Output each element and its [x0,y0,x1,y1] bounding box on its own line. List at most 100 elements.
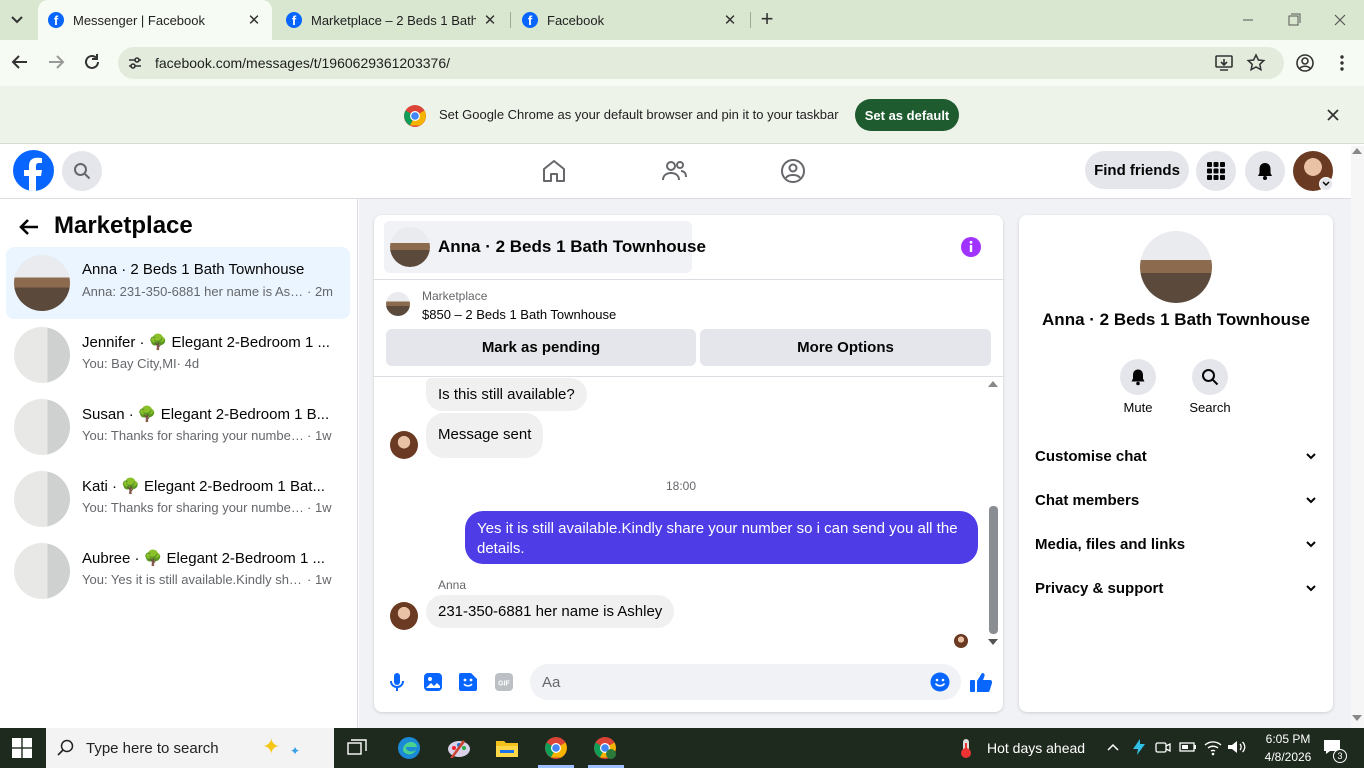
conversation-item[interactable]: Jennifer · 🌳 Elegant 2-Bedroom 1 ... You… [6,319,350,391]
conversation-time: · 4d [176,356,200,371]
tab-title: Facebook [547,12,605,28]
listing-title[interactable]: $850 – 2 Beds 1 Bath Townhouse [422,307,616,322]
search-in-conversation-button[interactable] [1192,359,1228,395]
conversation-name: Susan · 🌳 Elegant 2-Bedroom 1 B... [82,406,330,423]
close-tab-icon[interactable]: ✕ [246,11,262,29]
chat-info-button[interactable] [960,236,982,263]
gif-button[interactable]: GIF [494,672,514,697]
page-scroll-up-arrow[interactable] [1352,148,1362,154]
url-text[interactable]: facebook.com/messages/t/1960629361203376… [155,55,450,71]
nav-home[interactable] [540,157,568,190]
taskbar-search-placeholder: Type here to search [86,740,219,757]
chat-scroll-up-arrow[interactable] [988,381,998,387]
message-input-placeholder: Aa [542,674,561,691]
home-icon [543,160,565,182]
file-explorer-taskbar-button[interactable] [492,734,522,762]
clock-time[interactable]: 6:05 PM [1262,732,1314,746]
menu-button[interactable] [1196,151,1236,191]
volume-icon[interactable] [1226,738,1246,761]
chat-members-section[interactable]: Chat members [1035,488,1317,512]
browser-tab-facebook[interactable]: f Facebook ✕ [512,0,748,40]
listing-source: Marketplace [422,289,488,303]
forward-button[interactable] [46,52,66,77]
weather-icon[interactable] [955,737,977,764]
chat-header-title: Anna · 2 Beds 1 Bath Townhouse [438,237,706,256]
like-button[interactable] [969,670,993,699]
fb-search-button[interactable] [62,151,102,191]
paint-taskbar-button[interactable] [444,734,474,762]
privacy-support-section[interactable]: Privacy & support [1035,576,1317,600]
voice-clip-button[interactable] [387,672,407,697]
media-files-links-section[interactable]: Media, files and links [1035,532,1317,556]
search-icon [74,163,91,180]
find-friends-button[interactable]: Find friends [1085,151,1189,189]
chat-scroll-down-arrow[interactable] [988,639,998,645]
browser-tab-marketplace[interactable]: f Marketplace – 2 Beds 1 Bath To ✕ [276,0,508,40]
emoji-button[interactable] [930,672,950,697]
bookmark-star-button[interactable] [1246,53,1266,78]
page-scroll-down-arrow[interactable] [1352,715,1362,721]
gif-icon: GIF [495,673,513,691]
arrow-left-icon [19,219,38,235]
new-tab-button[interactable]: + [756,8,778,31]
close-window-button[interactable] [1330,10,1350,30]
browser-tab-messenger[interactable]: f Messenger | Facebook ✕ [38,0,272,40]
battery-icon[interactable] [1178,738,1198,761]
seen-indicator-avatar [954,634,968,648]
page-scrollbar-track[interactable] [1351,146,1364,728]
close-tab-icon[interactable]: ✕ [482,11,498,29]
install-app-button[interactable] [1214,53,1234,78]
nav-friends[interactable] [660,157,688,190]
task-view-button[interactable] [342,734,372,762]
reload-button[interactable] [82,52,102,77]
conversation-name: Anna · 2 Beds 1 Bath Townhouse [82,261,305,278]
notifications-button[interactable] [1245,151,1285,191]
chrome-profile-taskbar-button[interactable] [590,734,620,762]
edge-taskbar-button[interactable] [394,734,424,762]
section-label: Customise chat [1035,447,1147,465]
start-button[interactable] [12,738,32,763]
close-infobar-button[interactable] [1325,107,1341,128]
minimize-window-button[interactable] [1238,10,1258,30]
attach-photo-button[interactable] [423,672,443,697]
clock-date[interactable]: 4/8/2026 [1256,750,1320,764]
show-hidden-icons-button[interactable] [1106,740,1120,759]
windows-logo-icon [12,738,32,758]
more-options-button[interactable]: More Options [700,329,991,366]
chrome-taskbar-button[interactable] [541,734,571,762]
chevron-down-icon [1306,497,1316,504]
mute-button[interactable] [1120,359,1156,395]
mark-as-pending-button[interactable]: Mark as pending [386,329,696,366]
weather-text[interactable]: Hot days ahead [987,740,1085,756]
tray-meet-icon[interactable] [1154,738,1172,761]
profile-button[interactable] [1295,53,1315,78]
sender-avatar [390,602,418,630]
restore-window-button[interactable] [1284,10,1304,30]
conversation-snippet: Anna: 231-350-6881 her name is Ash... [82,284,307,299]
message-input[interactable] [530,664,961,700]
emoji-icon [930,672,950,692]
conversation-item[interactable]: Anna · 2 Beds 1 Bath Townhouse Anna: 231… [6,247,350,319]
tray-app-icon[interactable] [1130,738,1148,761]
wifi-icon[interactable] [1203,738,1223,761]
customise-chat-section[interactable]: Customise chat [1035,444,1317,468]
taskbar-search-icon [57,739,75,762]
back-arrow-button[interactable] [18,216,40,243]
conversation-item[interactable]: Aubree · 🌳 Elegant 2-Bedroom 1 ... You: … [6,535,350,607]
chrome-menu-button[interactable] [1332,53,1352,78]
conversation-item[interactable]: Susan · 🌳 Elegant 2-Bedroom 1 B... You: … [6,391,350,463]
conversation-item[interactable]: Kati · 🌳 Elegant 2-Bedroom 1 Bat... You:… [6,463,350,535]
tab-search-button[interactable] [6,10,28,30]
nav-groups[interactable] [779,157,807,190]
site-info-icon[interactable] [126,54,144,77]
back-button[interactable] [10,52,30,77]
message-bubble-incoming: 231-350-6881 her name is Ashley [426,595,675,628]
close-tab-icon[interactable]: ✕ [722,11,738,29]
account-chevron-down-icon[interactable] [1319,177,1333,191]
sticker-button[interactable] [458,672,478,697]
facebook-logo[interactable] [13,150,54,191]
set-as-default-button[interactable]: Set as default [855,99,959,131]
arrow-right-icon [49,55,65,69]
chat-scrollbar-thumb[interactable] [989,506,998,634]
profile-name: Anna · 2 Beds 1 Bath Townhouse [1042,310,1310,329]
